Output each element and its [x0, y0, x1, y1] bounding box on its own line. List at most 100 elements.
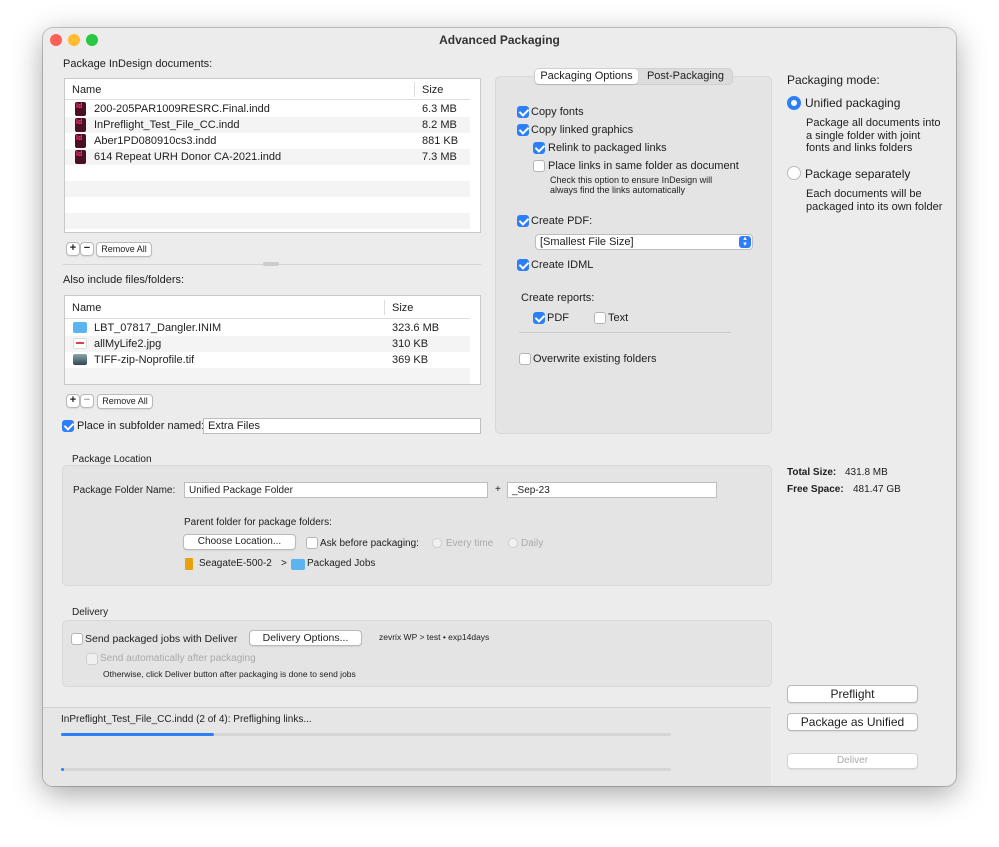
file-size: 323.6 MB [392, 322, 440, 334]
folder-icon [291, 559, 305, 570]
options-tabs: Packaging Options Post-Packaging [534, 68, 733, 85]
subfolder-name-input[interactable]: Extra Files [203, 418, 481, 434]
subfolder-checkbox[interactable] [62, 420, 74, 432]
delivery-heading: Delivery [72, 607, 109, 618]
place-links-checkbox[interactable] [533, 160, 545, 172]
pdf-preset-select[interactable]: [Smallest File Size] ▴ ▾ [535, 234, 753, 250]
add-file-button[interactable]: + [66, 394, 80, 408]
remove-all-documents-button[interactable]: Remove All [96, 242, 152, 257]
create-pdf-checkbox[interactable] [517, 215, 529, 227]
report-text-label: Text [608, 312, 629, 324]
ask-before-checkbox[interactable] [306, 537, 318, 549]
indd-file-icon [75, 134, 86, 148]
copy-linked-checkbox[interactable] [517, 124, 529, 136]
indd-file-icon [75, 102, 86, 116]
status-text: InPreflight_Test_File_CC.indd (2 of 4): … [61, 714, 312, 725]
overwrite-label: Overwrite existing folders [533, 353, 657, 365]
jpg-file-icon [73, 338, 87, 349]
report-pdf-checkbox[interactable] [533, 312, 545, 324]
path-separator: > [281, 558, 287, 569]
extra-files-label: Also include files/folders: [63, 274, 185, 286]
indd-file-icon [75, 150, 86, 164]
reports-label: Create reports: [521, 292, 595, 304]
package-button[interactable]: Package as Unified [787, 713, 918, 731]
folder-suffix-input[interactable]: _Sep-23 [507, 482, 717, 498]
table-row[interactable]: InPreflight_Test_File_CC.indd 8.2 MB [65, 117, 470, 133]
create-idml-checkbox[interactable] [517, 259, 529, 271]
path-folder[interactable]: Packaged Jobs [307, 558, 375, 569]
send-auto-checkbox[interactable] [86, 653, 98, 665]
daily-label: Daily [521, 538, 544, 549]
file-size: 7.3 MB [422, 151, 457, 163]
file-size: 369 KB [392, 354, 429, 366]
window-title: Advanced Packaging [439, 33, 560, 47]
documents-label: Package InDesign documents: [63, 58, 213, 70]
remove-file-button[interactable]: − [80, 394, 94, 408]
choose-location-button[interactable]: Choose Location... [183, 534, 296, 550]
delivery-note: Otherwise, click Deliver button after pa… [103, 669, 356, 679]
free-space-label: Free Space: [787, 484, 844, 495]
file-name: allMyLife2.jpg [94, 338, 162, 350]
relink-label: Relink to packaged links [548, 142, 667, 154]
plus-label: + [495, 484, 501, 495]
table-row[interactable]: 200-205PAR1009RESRC.Final.indd 6.3 MB [65, 101, 470, 117]
daily-radio[interactable] [508, 538, 518, 548]
separate-label: Package separately [805, 167, 911, 181]
table-row[interactable]: TIFF-zip-Noprofile.tif 369 KB [65, 352, 470, 368]
file-name: TIFF-zip-Noprofile.tif [94, 354, 195, 366]
add-document-button[interactable]: + [66, 242, 80, 256]
splitter-handle[interactable] [263, 262, 279, 266]
progress-fill [61, 733, 214, 736]
folder-name-label: Package Folder Name: [73, 485, 176, 496]
column-size[interactable]: Size [422, 84, 443, 96]
column-name[interactable]: Name [72, 84, 101, 96]
column-size[interactable]: Size [392, 302, 413, 314]
progress-bar [61, 733, 671, 736]
send-auto-label: Send automatically after packaging [100, 653, 256, 664]
packaging-mode-label: Packaging mode: [787, 73, 880, 87]
file-name: LBT_07817_Dangler.INIM [94, 322, 222, 334]
report-text-checkbox[interactable] [594, 312, 606, 324]
copy-linked-label: Copy linked graphics [531, 124, 634, 136]
file-name: 614 Repeat URH Donor CA-2021.indd [94, 151, 282, 163]
separate-radio[interactable] [787, 166, 801, 180]
remove-all-files-button[interactable]: Remove All [97, 394, 153, 409]
parent-folder-label: Parent folder for package folders: [184, 517, 332, 528]
place-links-label: Place links in same folder as document [548, 160, 739, 172]
table-row[interactable]: Aber1PD080910cs3.indd 881 KB [65, 133, 470, 149]
file-size: 6.3 MB [422, 103, 457, 115]
preflight-button[interactable]: Preflight [787, 685, 918, 703]
ask-before-label: Ask before packaging: [320, 538, 419, 549]
documents-table: Name Size 200-205PAR1009RESRC.Final.indd 6… [64, 78, 481, 233]
file-size: 310 KB [392, 338, 429, 350]
tab-packaging-options[interactable]: Packaging Options [535, 69, 638, 84]
table-row[interactable]: LBT_07817_Dangler.INIM 323.6 MB [65, 320, 470, 336]
file-size: 881 KB [422, 135, 459, 147]
send-deliver-checkbox[interactable] [71, 633, 83, 645]
unified-radio[interactable] [787, 96, 801, 110]
copy-fonts-checkbox[interactable] [517, 106, 529, 118]
overwrite-checkbox[interactable] [519, 353, 531, 365]
total-size-label: Total Size: [787, 467, 837, 478]
delivery-options-button[interactable]: Delivery Options... [249, 630, 362, 646]
drive-icon [185, 558, 193, 570]
subfolder-label: Place in subfolder named: [77, 420, 205, 432]
delivery-target: zevrix WP > test • exp14days [379, 632, 490, 642]
indd-file-icon [75, 118, 86, 132]
relink-checkbox[interactable] [533, 142, 545, 154]
progress-fill [61, 768, 65, 771]
file-name: 200-205PAR1009RESRC.Final.indd [94, 103, 270, 115]
folder-name-input[interactable]: Unified Package Folder [184, 482, 488, 498]
place-links-note: Check this option to ensure InDesign wil… [550, 175, 713, 185]
every-time-label: Every time [446, 538, 494, 549]
path-drive[interactable]: SeagateE-500-2 [199, 558, 272, 569]
deliver-button[interactable]: Deliver [787, 753, 918, 769]
table-row[interactable]: allMyLife2.jpg 310 KB [65, 336, 470, 352]
package-location-heading: Package Location [72, 454, 152, 465]
secondary-progress-bar [61, 768, 671, 771]
tab-post-packaging[interactable]: Post-Packaging [638, 69, 733, 84]
column-name[interactable]: Name [72, 302, 101, 314]
table-row[interactable]: 614 Repeat URH Donor CA-2021.indd 7.3 MB [65, 149, 470, 165]
remove-document-button[interactable]: − [80, 242, 94, 256]
every-time-radio[interactable] [432, 538, 442, 548]
